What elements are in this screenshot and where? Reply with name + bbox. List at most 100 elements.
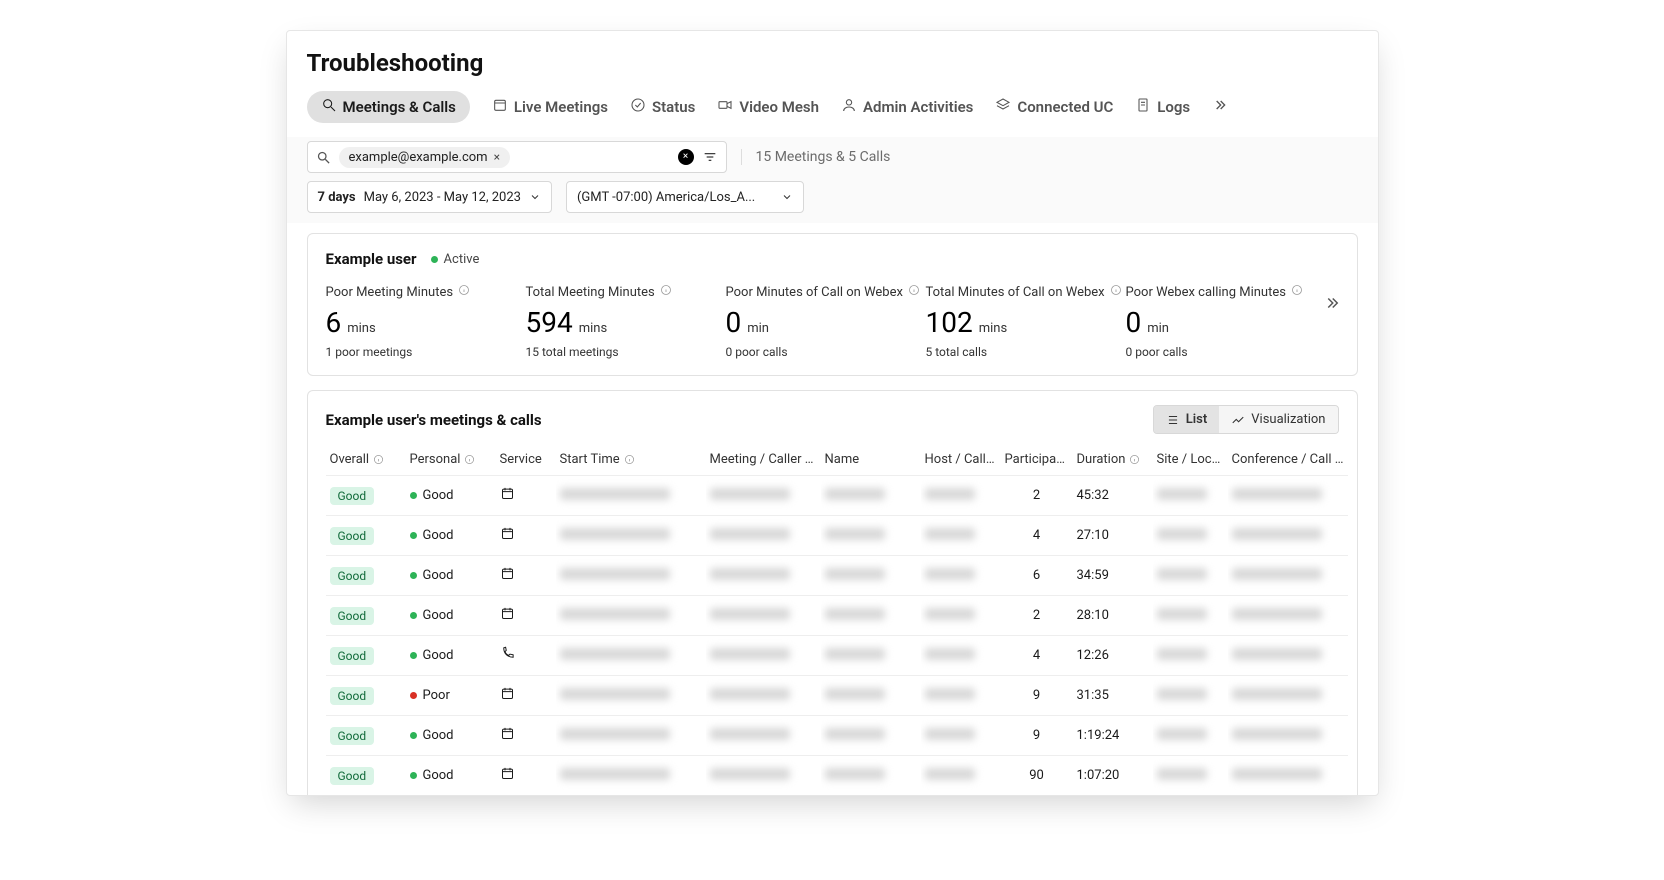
check-circle-icon <box>630 97 646 117</box>
col-host[interactable]: Host / Caller <box>921 444 1001 476</box>
redacted-value <box>1157 568 1207 580</box>
chip-label: example@example.com <box>349 150 488 165</box>
participants-cell: 9 <box>1001 676 1073 716</box>
participants-cell: 4 <box>1001 636 1073 676</box>
tab-label: Live Meetings <box>514 98 608 116</box>
tab-connected-uc[interactable]: Connected UC <box>995 97 1113 117</box>
user-summary-card: Example user Active Poor Meeting Minutes… <box>307 233 1358 376</box>
info-icon[interactable] <box>1110 284 1122 300</box>
metric: Poor Minutes of Call on Webex0min0 poor … <box>726 284 926 359</box>
search-chip[interactable]: example@example.com × <box>339 147 510 168</box>
redacted-value <box>925 688 975 700</box>
table-row[interactable]: GoodGood228:10 <box>326 596 1348 636</box>
tab-status[interactable]: Status <box>630 97 695 117</box>
col-participants[interactable]: Participants <box>1001 444 1073 476</box>
timezone-dropdown[interactable]: (GMT -07:00) America/Los_A... <box>566 181 804 213</box>
col-overall[interactable]: Overall <box>326 444 406 476</box>
col-service[interactable]: Service <box>496 444 556 476</box>
status-dot-icon <box>410 492 417 499</box>
status-dot-icon <box>410 652 417 659</box>
col-name[interactable]: Name <box>821 444 921 476</box>
range-label: 7 days <box>318 190 356 205</box>
col-site[interactable]: Site / Location <box>1153 444 1228 476</box>
tab-live-meetings[interactable]: Live Meetings <box>492 97 608 117</box>
tab-video-mesh[interactable]: Video Mesh <box>717 97 819 117</box>
view-list-button[interactable]: List <box>1154 406 1219 433</box>
chevron-down-icon <box>781 191 793 203</box>
tab-logs[interactable]: Logs <box>1135 97 1190 117</box>
status-dot-icon <box>410 612 417 619</box>
info-icon[interactable] <box>660 284 672 300</box>
table-header-row: Example user's meetings & calls List Vis… <box>326 405 1339 434</box>
table-row[interactable]: GoodGood91:19:24 <box>326 716 1348 756</box>
redacted-value <box>710 568 790 580</box>
table-title: Example user's meetings & calls <box>326 411 542 429</box>
info-icon[interactable] <box>1291 284 1303 300</box>
table-row[interactable]: GoodGood427:10 <box>326 516 1348 556</box>
info-icon <box>373 454 384 465</box>
metric-value: 594mins <box>526 306 700 339</box>
info-icon[interactable] <box>908 284 920 300</box>
redacted-value <box>825 728 885 740</box>
metric-value: 102mins <box>926 306 1100 339</box>
duration-cell: 31:35 <box>1073 676 1153 716</box>
metric-sub: 1 poor meetings <box>326 345 500 359</box>
col-duration[interactable]: Duration <box>1073 444 1153 476</box>
redacted-value <box>560 688 670 700</box>
user-status: Active <box>431 252 480 267</box>
table-row[interactable]: GoodGood412:26 <box>326 636 1348 676</box>
chart-icon <box>1231 413 1245 427</box>
chip-remove-icon[interactable]: × <box>494 150 500 164</box>
redacted-value <box>1157 608 1207 620</box>
tab-label: Video Mesh <box>739 98 819 116</box>
view-list-label: List <box>1186 412 1207 427</box>
chevron-down-icon <box>529 191 541 203</box>
personal-cell: Good <box>410 528 454 543</box>
redacted-value <box>1232 768 1322 780</box>
table-row[interactable]: GoodGood634:59 <box>326 556 1348 596</box>
chevron-double-right-icon <box>1323 294 1341 312</box>
redacted-value <box>710 728 790 740</box>
table-row[interactable]: GoodGood901:07:20 <box>326 756 1348 796</box>
redacted-value <box>1232 528 1322 540</box>
metrics-expand-button[interactable] <box>1323 294 1341 316</box>
col-personal[interactable]: Personal <box>406 444 496 476</box>
duration-cell: 45:32 <box>1073 476 1153 516</box>
tab-admin-activities[interactable]: Admin Activities <box>841 97 973 117</box>
redacted-value <box>1232 568 1322 580</box>
col-start[interactable]: Start Time <box>556 444 706 476</box>
redacted-value <box>825 488 885 500</box>
participants-cell: 9 <box>1001 716 1073 756</box>
col-conf[interactable]: Conference / Call ID <box>1228 444 1348 476</box>
table-row[interactable]: GoodPoor931:35 <box>326 676 1348 716</box>
overall-badge: Good <box>330 607 375 625</box>
redacted-value <box>825 528 885 540</box>
redacted-value <box>560 768 670 780</box>
calendar-icon <box>492 97 508 117</box>
redacted-value <box>1157 648 1207 660</box>
participants-cell: 90 <box>1001 756 1073 796</box>
redacted-value <box>560 568 670 580</box>
view-viz-label: Visualization <box>1251 412 1325 427</box>
table-row[interactable]: GoodGood245:32 <box>326 476 1348 516</box>
clear-search-button[interactable]: × <box>678 149 694 165</box>
redacted-value <box>1232 728 1322 740</box>
redacted-value <box>925 648 975 660</box>
col-meeting-num[interactable]: Meeting / Caller num <box>706 444 821 476</box>
view-toggle: List Visualization <box>1153 405 1339 434</box>
tabs-more[interactable] <box>1212 97 1228 117</box>
overall-badge: Good <box>330 647 375 665</box>
participants-cell: 6 <box>1001 556 1073 596</box>
info-icon[interactable] <box>458 284 470 300</box>
search-input[interactable]: example@example.com × × <box>307 141 727 173</box>
redacted-value <box>825 768 885 780</box>
filter-button[interactable] <box>702 149 718 165</box>
date-range-dropdown[interactable]: 7 days May 6, 2023 - May 12, 2023 <box>307 181 552 213</box>
view-visualization-button[interactable]: Visualization <box>1219 406 1337 433</box>
redacted-value <box>1232 648 1322 660</box>
metric: Total Meeting Minutes594mins15 total mee… <box>526 284 726 359</box>
page-title: Troubleshooting <box>287 49 1378 91</box>
tab-meetings-calls[interactable]: Meetings & Calls <box>307 91 470 123</box>
timezone-value: (GMT -07:00) America/Los_A... <box>577 190 773 205</box>
duration-cell: 28:10 <box>1073 596 1153 636</box>
